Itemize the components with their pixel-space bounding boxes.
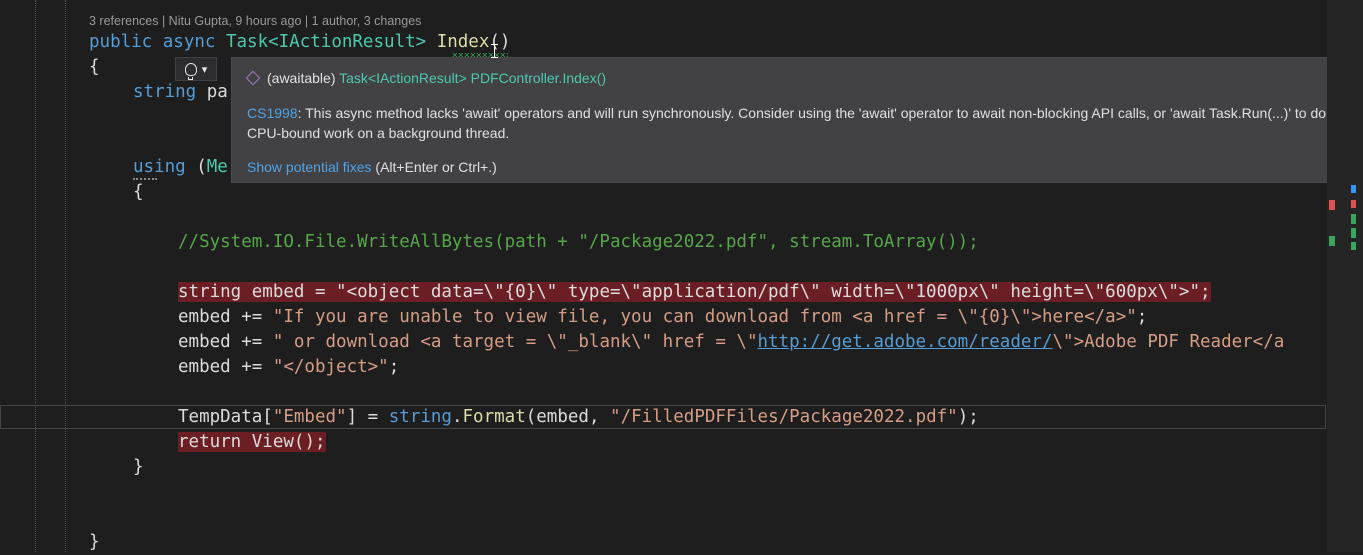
lightbulb-icon (184, 62, 197, 80)
dot: . (451, 407, 463, 427)
url-link[interactable]: http://get.adobe.com/reader/ (757, 332, 1052, 352)
code-line-string-path[interactable]: string pa (133, 80, 228, 105)
code-line-inner-brace-close[interactable]: } (133, 455, 144, 480)
code-text: pa (196, 82, 228, 102)
quick-info-tooltip: (awaitable) Task<IActionResult> PDFContr… (231, 57, 1363, 183)
string-literal: "Embed" (272, 407, 347, 427)
string-literal: "/FilledPDFFiles/Package2022.pdf" (610, 407, 958, 427)
code-text: ); (957, 407, 979, 427)
keyword-return: return (178, 432, 242, 452)
code-line-brace-open[interactable]: { (89, 55, 100, 80)
codelens-info[interactable]: 3 references | Nitu Gupta, 9 hours ago |… (89, 12, 421, 30)
scroll-marker (1351, 228, 1356, 238)
scroll-marker (1351, 242, 1356, 250)
method-view: View (251, 432, 294, 452)
show-potential-fixes-link[interactable]: Show potential fixes (247, 159, 372, 175)
indent-guide (35, 0, 36, 552)
scroll-marker (1351, 214, 1356, 224)
keyword-using: using (133, 157, 186, 177)
code-line-return[interactable]: return View(); (178, 430, 326, 455)
keyword-string: string (133, 82, 197, 102)
code-text: embed += (178, 307, 273, 327)
method-format: Format (462, 407, 526, 427)
string-literal: "<object data=\"{0}\" type=\"application… (336, 282, 1200, 302)
semicolon: ; (388, 357, 400, 377)
code-text: (embed, (525, 407, 611, 427)
code-text: embed += (178, 332, 273, 352)
vertical-scrollbar[interactable] (1327, 0, 1363, 552)
code-line-embed-append-3[interactable]: embed += "</object>"; (178, 355, 399, 380)
chevron-down-icon: ▾ (201, 62, 208, 76)
error-highlight: return View(); (178, 432, 326, 452)
code-text: ( (185, 157, 207, 177)
fix-shortcut: (Alt+Enter or Ctrl+.) (371, 159, 497, 175)
indent-guide (65, 0, 66, 552)
code-text: embed = (241, 282, 337, 302)
code-text: TempData[ (178, 407, 273, 427)
code-text: embed += (178, 357, 273, 377)
code-text: (); (293, 432, 326, 452)
code-text: ] = (346, 407, 389, 427)
string-literal: "If you are unable to view file, you can… (272, 307, 1137, 327)
keyword-string: string (388, 407, 452, 427)
type-memorystream: Me (206, 157, 228, 177)
code-line-brace-close[interactable]: } (89, 530, 100, 555)
scroll-marker (1351, 200, 1356, 208)
signature-member: PDFController.Index() (470, 70, 607, 86)
scroll-marker (1351, 185, 1356, 193)
semicolon: ; (1136, 307, 1148, 327)
scroll-marker (1329, 200, 1335, 210)
code-line-comment[interactable]: //System.IO.File.WriteAllBytes(path + "/… (178, 230, 979, 255)
signature-type: Task<IActionResult> (339, 70, 467, 86)
code-line-embed-append-1[interactable]: embed += "If you are unable to view file… (178, 305, 1147, 330)
message-line-1: : This async method lacks 'await' operat… (297, 105, 1327, 121)
message-line-2: CPU-bound work on a background thread. (247, 125, 510, 141)
string-literal: " or download <a target = \"_blank\" hre… (272, 332, 758, 352)
semicolon: ; (1200, 282, 1211, 302)
tooltip-message: CS1998: This async method lacks 'await' … (247, 103, 1362, 143)
string-literal: "</object>" (272, 357, 389, 377)
tooltip-signature: (awaitable) Task<IActionResult> PDFContr… (245, 68, 607, 88)
awaitable-label: (awaitable) (267, 70, 340, 86)
error-code-link[interactable]: CS1998 (247, 105, 298, 121)
parens: () (489, 32, 511, 52)
method-signature-line[interactable]: public async Task<IActionResult> Index() (89, 30, 510, 55)
keyword-string: string (178, 282, 242, 302)
code-line-inner-brace-open[interactable]: { (133, 180, 144, 205)
code-line-embed-append-2[interactable]: embed += " or download <a target = \"_bl… (178, 330, 1284, 355)
scroll-marker (1329, 236, 1335, 246)
quick-actions-button[interactable]: ▾ (175, 57, 217, 81)
type-task: Task<IActionResult> (225, 32, 427, 52)
text-cursor-icon (491, 44, 498, 58)
code-line-embed-declaration[interactable]: string embed = "<object data=\"{0}\" typ… (178, 280, 1211, 305)
error-highlight: string embed = "<object data=\"{0}\" typ… (178, 282, 1211, 302)
tooltip-fixes: Show potential fixes (Alt+Enter or Ctrl+… (247, 157, 497, 177)
keyword-public-async: public async (89, 32, 226, 52)
string-literal: \">Adobe PDF Reader</a (1052, 332, 1285, 352)
cube-icon (245, 70, 261, 86)
code-line-tempdata[interactable]: TempData["Embed"] = string.Format(embed,… (178, 405, 979, 430)
method-name-index[interactable]: Index (437, 32, 490, 52)
